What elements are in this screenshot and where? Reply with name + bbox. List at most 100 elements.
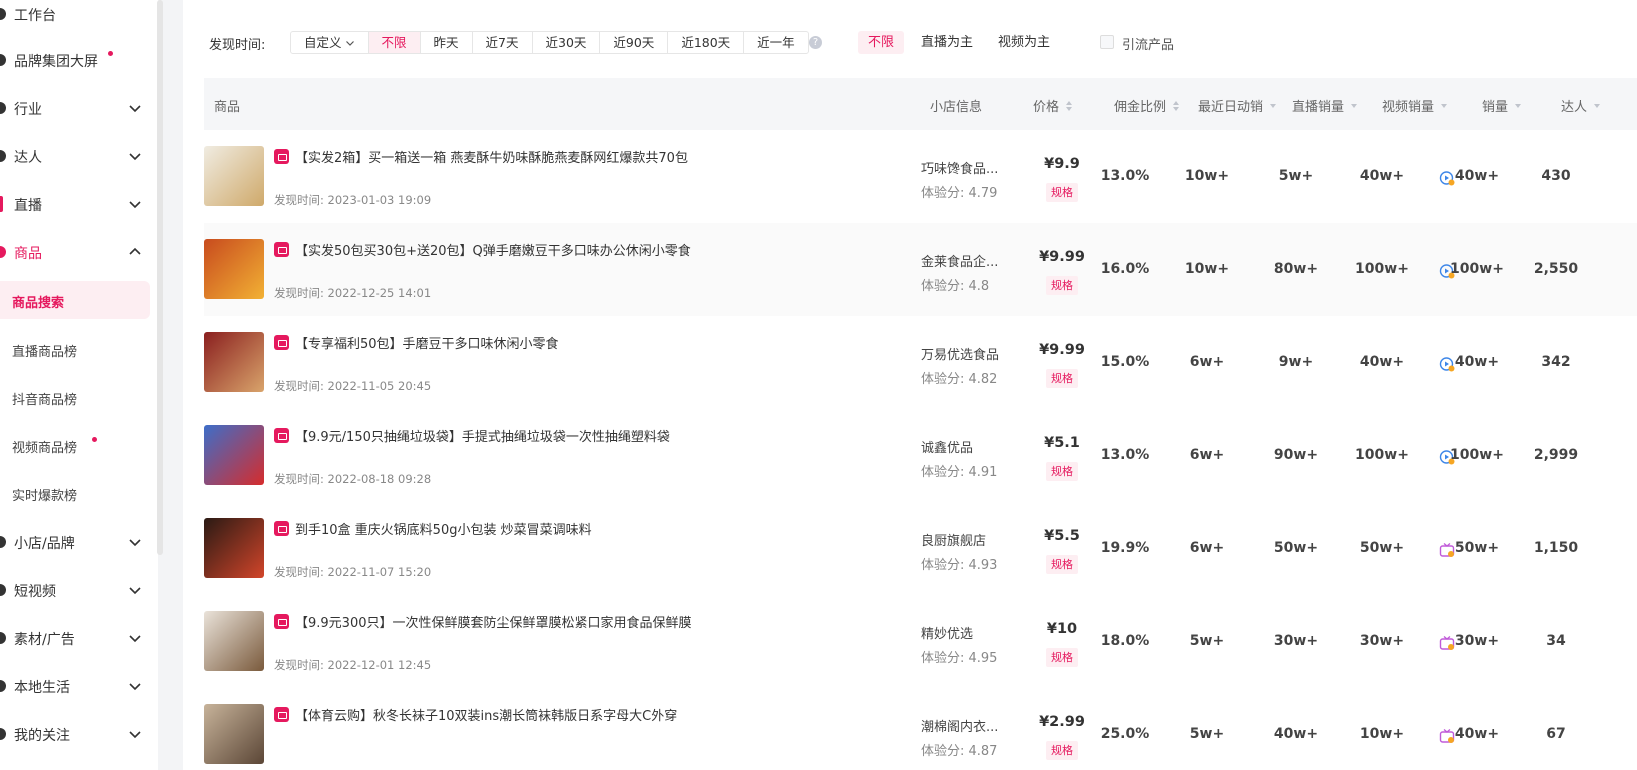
product-thumbnail[interactable] bbox=[204, 239, 264, 299]
influencer-icon bbox=[0, 150, 6, 162]
table-row[interactable]: 【9.9元300只】一次性保鲜膜套防尘保鲜罩膜松紧口家用食品保鲜膜 发现时间: … bbox=[204, 595, 1637, 692]
time-option-custom[interactable]: 自定义 bbox=[291, 32, 369, 53]
sidebar-item-workbench[interactable]: 工作台 bbox=[0, 0, 158, 34]
table-row[interactable]: 【体育云购】秋冬长袜子10双装ins潮长筒袜韩版日系字母大C外穿 潮棉阁内衣..… bbox=[204, 688, 1637, 770]
table-row[interactable]: 【9.9元/150只抽绳垃圾袋】手提式抽绳垃圾袋一次性抽绳塑料袋 发现时间: 2… bbox=[204, 409, 1637, 506]
mode-option-live[interactable]: 直播为主 bbox=[911, 31, 983, 54]
header-video-label: 视频销量 bbox=[1382, 100, 1435, 115]
sidebar-subitem-live-product-rank[interactable]: 直播商品榜 bbox=[0, 330, 150, 368]
time-option-any[interactable]: 不限 bbox=[368, 32, 421, 53]
product-title[interactable]: 【专享福利50包】手磨豆干多口味休闲小零食 bbox=[295, 333, 559, 352]
header-video-sales[interactable]: 视频销量 bbox=[1382, 96, 1448, 115]
sidebar-subitem-video-product-rank[interactable]: 视频商品榜 bbox=[0, 426, 150, 464]
daily-sales: 6w+ bbox=[1189, 447, 1225, 463]
live-sales: 9w+ bbox=[1278, 354, 1314, 370]
spec-badge[interactable]: 规格 bbox=[1046, 462, 1078, 481]
sidebar-subitem-label: 实时爆款榜 bbox=[12, 489, 78, 504]
sidebar-item-local-life[interactable]: 本地生活 bbox=[0, 666, 158, 706]
product-title[interactable]: 【实发50包买30包+送20包】Q弹手磨嫩豆干多口味办公休闲小零食 bbox=[295, 240, 691, 259]
total-sales: 50w+ bbox=[1454, 540, 1500, 556]
header-price[interactable]: 价格 bbox=[1033, 96, 1073, 115]
header-daily-sales[interactable]: 最近日动销 bbox=[1198, 96, 1277, 115]
chevron-down-icon bbox=[127, 100, 143, 116]
sidebar-subitem-douyin-product-rank[interactable]: 抖音商品榜 bbox=[0, 378, 150, 416]
sidebar-item-label: 素材/广告 bbox=[14, 632, 75, 648]
live-sales: 5w+ bbox=[1278, 168, 1314, 184]
product-thumbnail[interactable] bbox=[204, 518, 264, 578]
shop-name[interactable]: 金莱食品企... bbox=[921, 251, 998, 270]
shop-name[interactable]: 良厨旗舰店 bbox=[921, 530, 986, 549]
sidebar-item-shop-brand[interactable]: 小店/品牌 bbox=[0, 522, 158, 562]
header-shop: 小店信息 bbox=[930, 100, 983, 115]
table-row[interactable]: 【实发50包买30包+送20包】Q弹手磨嫩豆干多口味办公休闲小零食 发现时间: … bbox=[204, 223, 1637, 320]
spec-badge[interactable]: 规格 bbox=[1046, 183, 1078, 202]
sort-down-icon bbox=[1594, 104, 1601, 108]
product-thumbnail[interactable] bbox=[204, 425, 264, 485]
time-option-90d[interactable]: 近90天 bbox=[600, 32, 669, 53]
found-time-value: 2022-12-25 14:01 bbox=[327, 286, 432, 300]
sidebar-item-my-follows[interactable]: 我的关注 bbox=[0, 714, 158, 754]
spec-badge[interactable]: 规格 bbox=[1046, 555, 1078, 574]
product-thumbnail[interactable] bbox=[204, 704, 264, 764]
time-option-1y[interactable]: 近一年 bbox=[744, 32, 808, 53]
header-influencers[interactable]: 达人 bbox=[1561, 96, 1601, 115]
shop-name[interactable]: 精妙优选 bbox=[921, 623, 973, 642]
sidebar-item-material-ads[interactable]: 素材/广告 bbox=[0, 618, 158, 658]
shop-name[interactable]: 巧味馋食品... bbox=[921, 158, 998, 177]
my-follows-icon bbox=[0, 728, 6, 740]
shop-bag-icon bbox=[274, 707, 289, 722]
time-option-7d[interactable]: 近7天 bbox=[473, 32, 533, 53]
product-thumbnail[interactable] bbox=[204, 146, 264, 206]
header-commission[interactable]: 佣金比例 bbox=[1114, 96, 1180, 115]
found-time-value: 2022-12-01 12:45 bbox=[327, 658, 432, 672]
total-sales: 40w+ bbox=[1454, 168, 1500, 184]
mode-option-any[interactable]: 不限 bbox=[858, 31, 905, 54]
shop-name[interactable]: 万易优选食品 bbox=[921, 344, 999, 363]
chevron-down-icon bbox=[345, 41, 354, 46]
spec-badge[interactable]: 规格 bbox=[1046, 369, 1078, 388]
found-time-label: 发现时间: bbox=[209, 38, 266, 53]
traffic-product-checkbox[interactable] bbox=[1100, 35, 1114, 49]
product-title[interactable]: 【9.9元300只】一次性保鲜膜套防尘保鲜罩膜松紧口家用食品保鲜膜 bbox=[295, 612, 692, 631]
sidebar-item-live[interactable]: 直播 bbox=[0, 184, 158, 224]
sidebar-scrollbar[interactable] bbox=[157, 0, 163, 555]
sidebar-subitem-label: 抖音商品榜 bbox=[12, 393, 78, 408]
chevron-down-icon bbox=[127, 196, 143, 212]
sidebar-subitem-product-search[interactable]: 商品搜索 bbox=[0, 281, 150, 319]
help-icon[interactable]: ? bbox=[809, 36, 822, 49]
product-price: ¥9.99 bbox=[1039, 342, 1085, 358]
sidebar-item-influencer[interactable]: 达人 bbox=[0, 136, 158, 176]
header-live-sales[interactable]: 直播销量 bbox=[1292, 96, 1358, 115]
sidebar-item-label: 直播 bbox=[14, 198, 42, 214]
sidebar-subitem-realtime-hot[interactable]: 实时爆款榜 bbox=[0, 474, 150, 512]
sidebar-item-brand-screen[interactable]: 品牌集团大屏 bbox=[0, 40, 158, 80]
product-title[interactable]: 【实发2箱】买一箱送一箱 燕麦酥牛奶味酥脆燕麦酥网红爆款共70包 bbox=[295, 147, 688, 166]
table-row[interactable]: 【专享福利50包】手磨豆干多口味休闲小零食 发现时间: 2022-11-05 2… bbox=[204, 316, 1637, 413]
time-option-180d[interactable]: 近180天 bbox=[668, 32, 745, 53]
time-option-30d[interactable]: 近30天 bbox=[533, 32, 601, 53]
shop-name[interactable]: 潮棉阁内衣... bbox=[921, 716, 998, 735]
product-thumbnail[interactable] bbox=[204, 611, 264, 671]
spec-badge[interactable]: 规格 bbox=[1046, 276, 1078, 295]
table-row[interactable]: 到手10盒 重庆火锅底料50g小包装 炒菜冒菜调味料 发现时间: 2022-11… bbox=[204, 502, 1637, 599]
shop-brand-icon bbox=[0, 536, 6, 548]
mode-option-video[interactable]: 视频为主 bbox=[988, 31, 1060, 54]
shop-score: 体验分: 4.91 bbox=[921, 465, 998, 480]
spec-badge[interactable]: 规格 bbox=[1046, 741, 1078, 760]
table-row[interactable]: 【实发2箱】买一箱送一箱 燕麦酥牛奶味酥脆燕麦酥网红爆款共70包 发现时间: 2… bbox=[204, 130, 1637, 227]
found-time-prefix: 发现时间: bbox=[274, 193, 324, 207]
product-thumbnail[interactable] bbox=[204, 332, 264, 392]
product-title[interactable]: 【9.9元/150只抽绳垃圾袋】手提式抽绳垃圾袋一次性抽绳塑料袋 bbox=[295, 426, 670, 445]
product-title[interactable]: 到手10盒 重庆火锅底料50g小包装 炒菜冒菜调味料 bbox=[295, 519, 592, 538]
shop-name[interactable]: 诚鑫优品 bbox=[921, 437, 973, 456]
header-sales[interactable]: 销量 bbox=[1482, 96, 1522, 115]
sidebar-item-short-video[interactable]: 短视频 bbox=[0, 570, 158, 610]
product-title[interactable]: 【体育云购】秋冬长袜子10双装ins潮长筒袜韩版日系字母大C外穿 bbox=[295, 705, 677, 724]
sidebar-item-industry[interactable]: 行业 bbox=[0, 88, 158, 128]
shop-bag-icon bbox=[274, 428, 289, 443]
spec-badge[interactable]: 规格 bbox=[1046, 648, 1078, 667]
time-option-yesterday[interactable]: 昨天 bbox=[421, 32, 473, 53]
sidebar-item-products[interactable]: 商品 bbox=[0, 232, 158, 272]
traffic-product-label: 引流产品 bbox=[1122, 38, 1175, 53]
sort-icon bbox=[1173, 101, 1180, 111]
